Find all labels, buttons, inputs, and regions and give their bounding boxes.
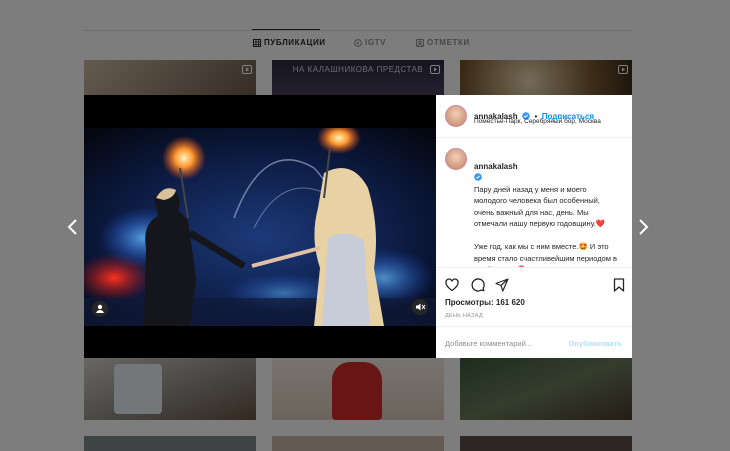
video-frame bbox=[84, 128, 436, 326]
tagged-users-icon[interactable] bbox=[92, 301, 108, 317]
mute-icon[interactable] bbox=[412, 299, 428, 315]
action-bar bbox=[445, 278, 625, 294]
post-side-panel: annakalash • Подписаться Поместье-Парк, … bbox=[436, 95, 632, 358]
divider bbox=[436, 326, 632, 327]
prev-post-arrow-icon[interactable] bbox=[66, 218, 80, 236]
comment-input[interactable]: Добавьте комментарий... bbox=[445, 339, 532, 348]
post-location[interactable]: Поместье-Парк, Серебряный бор, Москва bbox=[474, 118, 601, 125]
post-time[interactable]: ДЕНЬ НАЗАД bbox=[445, 313, 483, 319]
caption-text: Пару дней назад у меня и моего молодого … bbox=[474, 184, 618, 268]
caption-avatar[interactable] bbox=[445, 148, 467, 170]
avatar[interactable] bbox=[445, 105, 467, 127]
comment-icon[interactable] bbox=[471, 278, 485, 292]
views-count[interactable]: Просмотры: 161 620 bbox=[445, 298, 525, 307]
post-video[interactable] bbox=[84, 95, 436, 358]
next-post-arrow-icon[interactable] bbox=[636, 218, 650, 236]
caption-username[interactable]: annakalash bbox=[474, 162, 518, 171]
heart-icon[interactable] bbox=[445, 278, 459, 292]
publish-button[interactable]: Опубликовать bbox=[568, 339, 622, 348]
share-icon[interactable] bbox=[495, 278, 509, 292]
bookmark-icon[interactable] bbox=[613, 278, 625, 292]
caption-area: annakalash Пару дней назад у меня и моег… bbox=[436, 138, 632, 267]
divider bbox=[436, 267, 632, 268]
verified-badge-icon bbox=[474, 173, 482, 181]
post-header: annakalash • Подписаться Поместье-Парк, … bbox=[436, 95, 632, 138]
